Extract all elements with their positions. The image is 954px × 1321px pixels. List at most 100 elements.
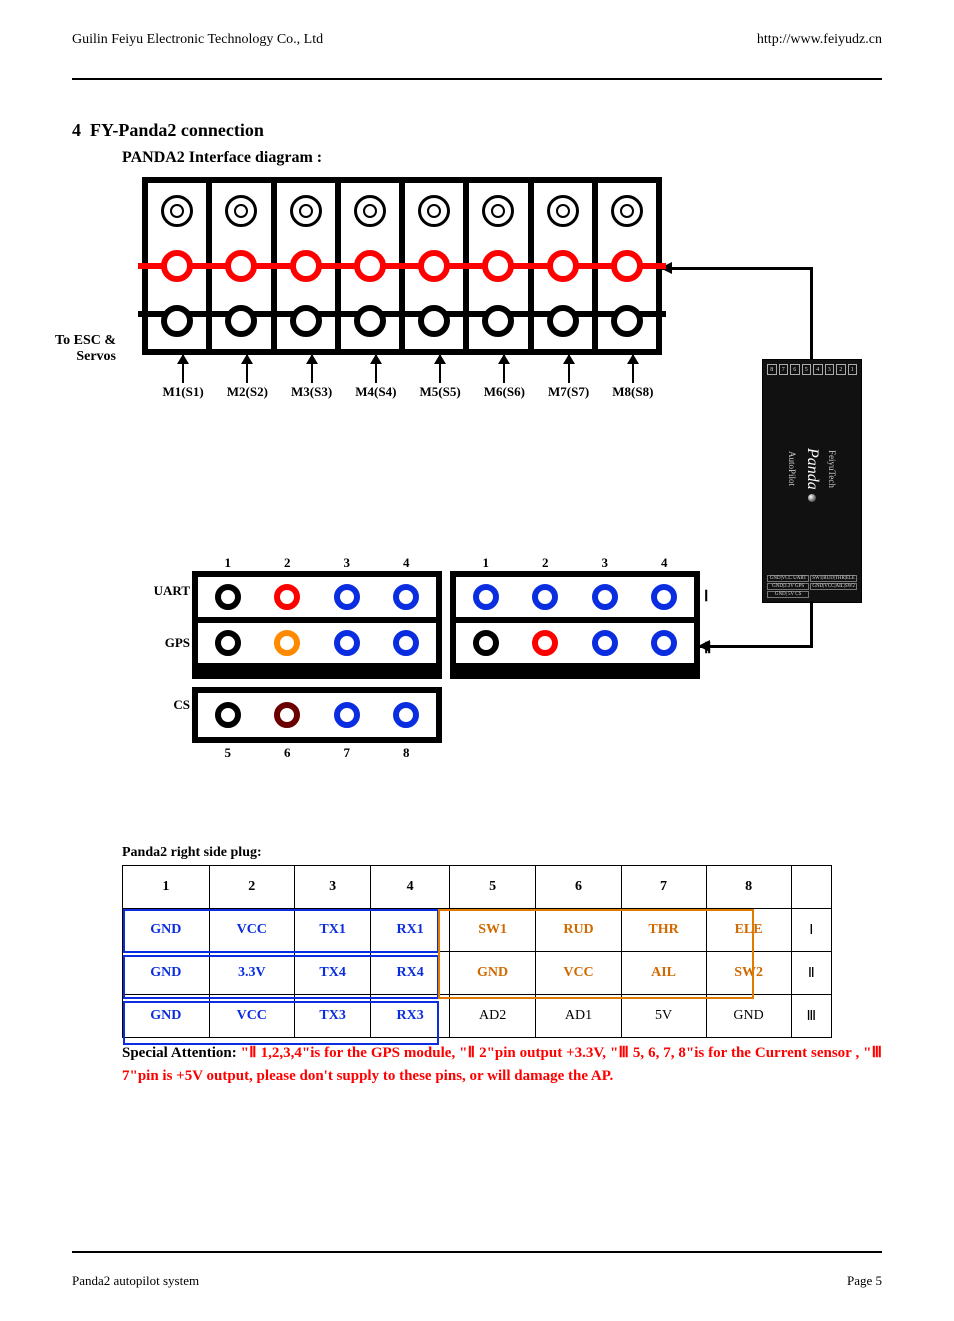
vcc-pin-icon	[482, 250, 514, 282]
pin-box: 7	[779, 364, 789, 375]
header: Guilin Feiyu Electronic Technology Co., …	[72, 32, 882, 48]
gnd-pin-icon	[215, 584, 241, 610]
signal-pin-icon	[354, 195, 386, 227]
header-url: http://www.feiyudz.cn	[757, 32, 882, 48]
pin-box: 1	[848, 364, 858, 375]
gnd-pin-icon	[225, 305, 257, 337]
pin-box: 4	[813, 364, 823, 375]
rx-pin-icon	[393, 630, 419, 656]
gnd-pin-icon	[547, 305, 579, 337]
footer: Panda2 autopilot system Page 5	[72, 1273, 882, 1289]
power-rail-vcc	[138, 263, 666, 269]
section-number: 4	[72, 120, 81, 140]
gnd-pin-icon	[611, 305, 643, 337]
table-row: GND VCC TX3 RX3 AD2 AD1 5V GND Ⅲ	[123, 995, 832, 1038]
wire-block-to-ap-vert	[810, 601, 813, 648]
motor-label-3: M3(S3)	[283, 355, 341, 399]
row-label-gps: GPS	[124, 635, 190, 651]
vcc-pin-icon	[354, 250, 386, 282]
arrow-up-icon	[246, 355, 248, 383]
vcc-pin-icon	[274, 584, 300, 610]
block2-col-labels: 1 2 3 4	[456, 555, 694, 571]
gnd-pin-icon	[215, 630, 241, 656]
module-script: Panda	[803, 448, 821, 490]
esc-servo-label: To ESC & Servos	[46, 333, 116, 365]
arrow-up-icon	[375, 355, 377, 383]
tx-pin-icon	[334, 702, 360, 728]
wire-servo-to-ap-vert	[810, 267, 813, 363]
signal-pin-icon	[547, 195, 579, 227]
power-rail-gnd	[138, 311, 666, 317]
pin-block-left	[192, 571, 442, 679]
motor-label-7: M7(S7)	[540, 355, 598, 399]
module-top-pins: 8 7 6 5 4 3 2 1	[767, 364, 857, 375]
pin-table: 1 2 3 4 5 6 7 8 GND VCC TX1	[122, 865, 832, 1038]
motor-label-1: M1(S1)	[154, 355, 212, 399]
pin-box: 8	[767, 364, 777, 375]
tx-pin-icon	[334, 584, 360, 610]
arrow-up-icon	[439, 355, 441, 383]
signal-pin-icon	[592, 584, 618, 610]
pin-row-cs	[198, 693, 436, 737]
pin-box: 3	[825, 364, 835, 375]
module-mid: AutoPilot Panda FeiyuTech	[767, 375, 857, 575]
gnd-pin-icon	[482, 305, 514, 337]
motor-label-6: M6(S6)	[475, 355, 533, 399]
module-led-icon	[808, 494, 816, 502]
module-bottom-labels: GND|VCC UART GND|3.3V GPS GND| 5V CS SW1…	[767, 575, 857, 598]
arrow-up-icon	[311, 355, 313, 383]
pin-block-cs	[192, 687, 442, 743]
arrow-up-icon	[503, 355, 505, 383]
signal-pin-icon	[418, 195, 450, 227]
motor-label-5: M5(S5)	[411, 355, 469, 399]
v33-pin-icon	[274, 630, 300, 656]
wire-block-to-ap	[700, 645, 812, 648]
rx-pin-icon	[393, 702, 419, 728]
gnd-pin-icon	[354, 305, 386, 337]
table-title: Panda2 right side plug:	[122, 845, 882, 861]
vcc-pin-icon	[532, 630, 558, 656]
warn-body: "Ⅱ 1,2,3,4"is for the GPS module, "Ⅱ 2"p…	[122, 1045, 882, 1084]
gnd-pin-icon	[161, 305, 193, 337]
page: Guilin Feiyu Electronic Technology Co., …	[0, 0, 954, 1321]
signal-pin-icon	[611, 195, 643, 227]
section-title: 4 FY-Panda2 connection	[72, 120, 882, 141]
autopilot-module: 8 7 6 5 4 3 2 1 AutoPilot Panda FeiyuTec…	[762, 359, 862, 603]
section-heading: FY-Panda2 connection	[90, 120, 264, 140]
block3-col-labels: 5 6 7 8	[198, 745, 436, 761]
pin-box: 5	[802, 364, 812, 375]
warn-prefix: Special Attention:	[122, 1045, 237, 1061]
divider-top	[72, 78, 882, 80]
motor-label-8: M8(S8)	[604, 355, 662, 399]
vcc-pin-icon	[225, 250, 257, 282]
gnd-pin-icon	[418, 305, 450, 337]
rx-pin-icon	[393, 584, 419, 610]
arrow-up-icon	[568, 355, 570, 383]
footer-left: Panda2 autopilot system	[72, 1273, 199, 1289]
pin-row-ii	[456, 623, 694, 663]
table-row: GND 3.3V TX4 RX4 GND VCC AIL SW2 Ⅱ	[123, 952, 832, 995]
vcc-pin-icon	[418, 250, 450, 282]
footer-right: Page 5	[847, 1273, 882, 1289]
gnd-pin-icon	[290, 305, 322, 337]
signal-pin-icon	[651, 584, 677, 610]
signal-pin-icon	[651, 630, 677, 656]
pin-row-gps	[198, 623, 436, 663]
table-head-row: 1 2 3 4 5 6 7 8	[123, 866, 832, 909]
signal-pin-icon	[225, 195, 257, 227]
pin-block-right	[450, 571, 700, 679]
module-brand-right: FeiyuTech	[827, 450, 837, 488]
tx-pin-icon	[334, 630, 360, 656]
signal-pin-icon	[473, 584, 499, 610]
vcc-pin-icon	[290, 250, 322, 282]
signal-pin-icon	[161, 195, 193, 227]
diagram: To ESC & Servos M1(S1) M2(S2) M3(S3) M4(…	[122, 177, 862, 817]
servo-block	[142, 177, 662, 355]
header-company: Guilin Feiyu Electronic Technology Co., …	[72, 32, 323, 47]
diagram-subtitle: PANDA2 Interface diagram :	[122, 149, 882, 167]
pin-row-uart	[198, 577, 436, 617]
pin-row-i	[456, 577, 694, 617]
vcc-pin-icon	[274, 702, 300, 728]
motor-label-2: M2(S2)	[218, 355, 276, 399]
vcc-pin-icon	[161, 250, 193, 282]
